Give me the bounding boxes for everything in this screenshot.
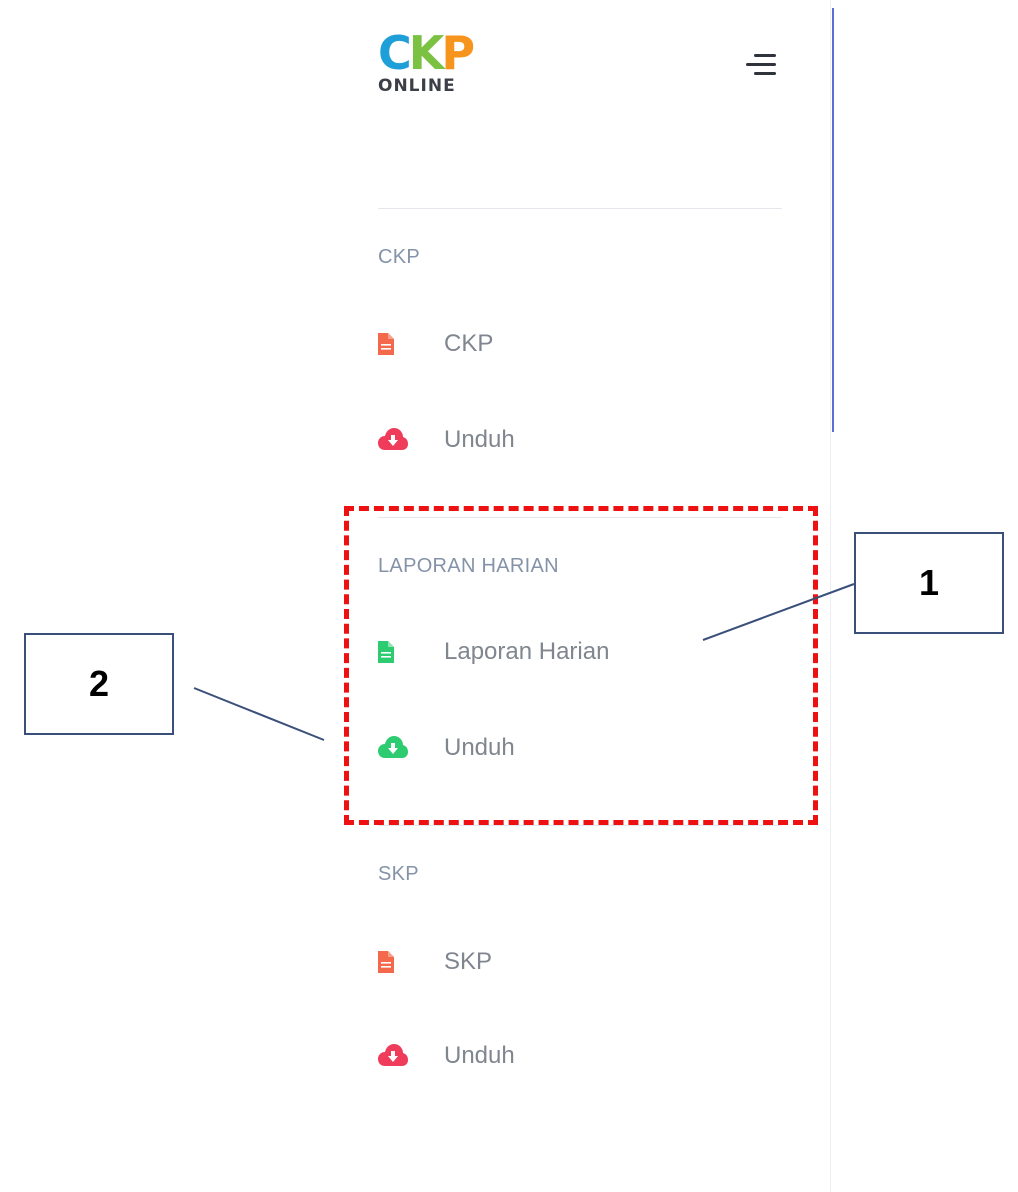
logo-letter-p: P — [441, 26, 475, 80]
sidebar-item-ckp-unduh[interactable]: Unduh — [378, 418, 782, 462]
document-icon — [378, 947, 418, 977]
hamburger-menu-icon[interactable] — [746, 54, 776, 78]
section-divider — [378, 208, 782, 209]
logo-subtitle: ONLINE — [378, 76, 456, 96]
section-divider — [378, 825, 782, 826]
highlight-box — [344, 506, 818, 825]
callout-2: 2 — [24, 633, 174, 735]
sidebar-item-label: SKP — [444, 948, 493, 975]
app-logo[interactable]: CKP ONLINE — [378, 30, 508, 100]
section-title-skp: SKP — [378, 863, 419, 885]
sidebar-border — [830, 0, 831, 1192]
sidebar-scrollbar[interactable] — [832, 8, 834, 432]
sidebar-item-skp-unduh[interactable]: Unduh — [378, 1034, 782, 1078]
section-title-ckp: CKP — [378, 246, 421, 268]
cloud-download-icon — [378, 1041, 418, 1071]
logo-wordmark: CKP — [378, 30, 508, 76]
logo-letter-k: K — [408, 26, 445, 80]
logo-letter-c: C — [378, 26, 412, 80]
cloud-download-icon — [378, 425, 418, 455]
sidebar-item-label: Unduh — [444, 426, 515, 453]
sidebar-item-label: Unduh — [444, 1042, 515, 1069]
sidebar-item-skp[interactable]: SKP — [378, 940, 782, 984]
sidebar-item-ckp[interactable]: CKP — [378, 322, 782, 366]
document-icon — [378, 329, 418, 359]
sidebar-item-label: CKP — [444, 330, 494, 357]
callout-1: 1 — [854, 532, 1004, 634]
